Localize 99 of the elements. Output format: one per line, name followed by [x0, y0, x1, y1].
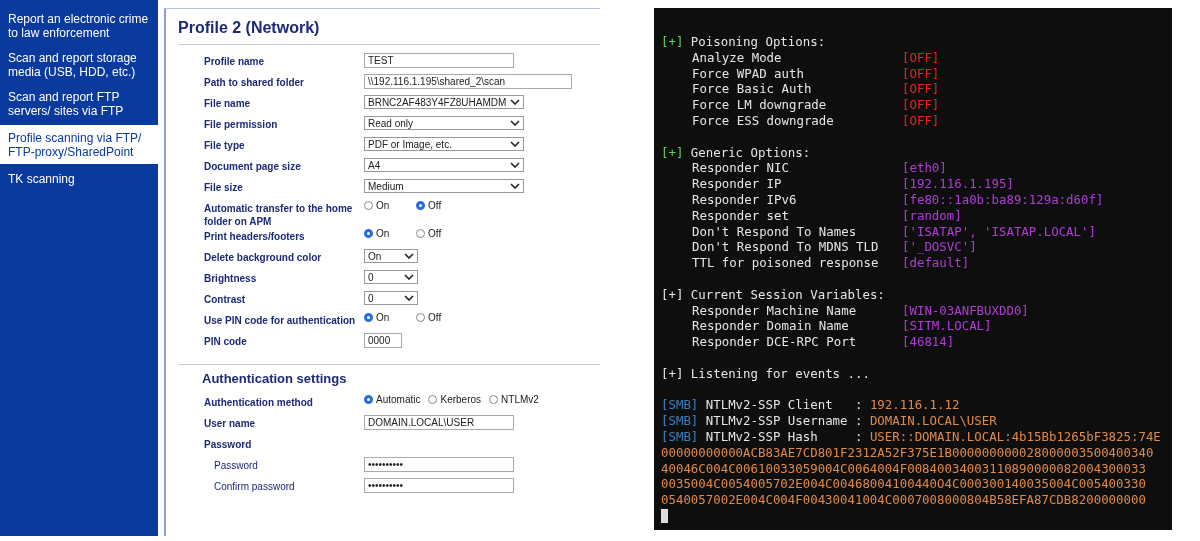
terminal-text: [fe80::1a0b:ba89:129a:d60f] — [902, 191, 1104, 208]
chevron-icon — [404, 295, 414, 301]
field-label: Password — [204, 438, 253, 451]
section-title: Authentication settings — [201, 371, 348, 386]
sidebar-item[interactable]: Scan and report FTP servers/ sites via FTP — [0, 84, 158, 123]
terminal-line: [+] Current Session Variables: — [661, 286, 886, 303]
chevron-icon — [404, 253, 414, 259]
dropdown[interactable]: PDF or Image, etc. — [364, 137, 524, 151]
sidebar-item[interactable]: Profile scanning via FTP/ FTP-proxy/SharedPoint — [0, 125, 158, 164]
terminal-line: [+] Poisoning Options: — [661, 34, 827, 50]
field-label: Print headers/footers — [204, 230, 306, 243]
field-label: File permission — [204, 118, 279, 131]
input-field[interactable]: DOMAIN.LOCAL\USER — [364, 415, 514, 430]
input-field[interactable]: 0000 — [364, 333, 402, 348]
chevron-icon — [404, 274, 414, 280]
terminal-text: [OFF] — [902, 49, 940, 66]
terminal-line: 0540057002E004C004F00430041004C0007008000804B58EFA87CDB8200000000 — [661, 492, 1147, 508]
field-label: File name — [204, 97, 252, 110]
terminal-text: [SITM.LOCAL] — [902, 318, 992, 335]
field-label: Delete background color — [204, 251, 323, 264]
field-label: Document page size — [204, 160, 302, 173]
terminal-text: Don't Respond To MDNS TLD — [692, 239, 880, 256]
dropdown[interactable]: A4 — [364, 158, 524, 172]
field-label: Path to shared folder — [204, 76, 305, 89]
terminal-line: [SMB] NTLMv2-SSP Username : DOMAIN.LOCAL\USER — [661, 413, 998, 429]
terminal-text: [46814] — [902, 334, 955, 350]
input-field[interactable]: •••••••••• — [364, 457, 514, 472]
chevron-icon — [510, 162, 520, 168]
radio-option[interactable]: On — [364, 312, 400, 323]
field-label: Password — [214, 459, 259, 472]
sidebar-item[interactable]: TK scanning — [0, 166, 158, 191]
chevron-icon — [510, 120, 520, 126]
terminal-text: Force LM downgrade — [692, 97, 828, 113]
terminal-text: [OFF] — [902, 81, 940, 98]
terminal-text: Responder NIC — [692, 160, 790, 177]
radio-option[interactable]: Off — [416, 200, 452, 211]
page-title: Profile 2 (Network) — [178, 9, 600, 45]
terminal-text: Responder IPv6 — [692, 191, 798, 208]
chevron-icon — [510, 99, 520, 105]
radio-option[interactable]: On — [364, 200, 400, 211]
radio-option[interactable]: NTLMv2 — [489, 394, 539, 405]
terminal-text: Responder Domain Name — [692, 318, 850, 335]
text-cursor — [661, 509, 668, 524]
dropdown[interactable]: 0 — [364, 291, 418, 305]
terminal-text: ['ISATAP', 'ISATAP.LOCAL'] — [902, 223, 1096, 240]
chevron-icon — [510, 183, 520, 189]
terminal-text: Responder Machine Name — [692, 302, 858, 319]
radio-option[interactable]: Kerberos — [428, 394, 482, 405]
terminal-line: 0035004C0054005702E004C00468004100440O4C000300140035004C005400330 — [661, 476, 1147, 493]
terminal-text: ['_DOSVC'] — [902, 239, 977, 256]
terminal-text: TTL for poisoned response — [692, 255, 880, 271]
field-label: File type — [204, 139, 246, 152]
terminal-text: [OFF] — [902, 113, 940, 129]
terminal-text: [OFF] — [902, 97, 940, 113]
terminal-text: Responder set — [692, 207, 790, 224]
terminal-line: 00000000000ACB83AE7CD801F2312A52F375E1B000000000028000003500400340 — [661, 444, 1155, 461]
terminal-text: [WIN-03ANFBUXDD0] — [902, 302, 1029, 319]
field-label: Authentication method — [204, 396, 314, 409]
terminal-text: Force ESS downgrade — [692, 113, 835, 129]
field-label: User name — [204, 417, 257, 430]
terminal-line: [SMB] NTLMv2-SSP Client : 192.116.1.12 — [661, 397, 961, 414]
field-label: Confirm password — [214, 480, 296, 493]
sidebar-item[interactable]: Report an electronic crime to law enforcement — [0, 6, 158, 45]
terminal-text: Don't Respond To Names — [692, 223, 858, 240]
dropdown[interactable]: 0 — [364, 270, 418, 284]
radio-option[interactable]: Off — [416, 228, 452, 239]
terminal-text: Force WPAD auth — [692, 65, 805, 82]
field-label: Brightness — [204, 272, 258, 285]
terminal-text: [default] — [902, 255, 970, 271]
input-field[interactable]: •••••••••• — [364, 478, 514, 493]
dropdown[interactable]: BRNC2AF483Y4FZ8UHAMDM — [364, 95, 524, 109]
terminal-text: Analyze Mode — [692, 49, 783, 66]
dropdown[interactable]: Read only — [364, 116, 524, 130]
field-label: File size — [204, 181, 244, 194]
terminal-text: Responder DCE-RPC Port — [692, 334, 858, 350]
input-field[interactable]: \\192.116.1.195\shared_2\scan — [364, 74, 572, 89]
terminal-line: 40046C004C00610033059004C0064004F00840034003110890000082004300033 — [661, 460, 1147, 477]
terminal-line: [SMB] NTLMv2-SSP Hash : USER::DOMAIN.LOCAL:4b15Bb1265bF3825:74E — [661, 428, 1162, 445]
radio-option[interactable]: Off — [416, 312, 452, 323]
terminal-text: Force Basic Auth — [692, 81, 813, 98]
terminal-line: [+] Listening for events ... — [661, 365, 871, 382]
field-label: Contrast — [204, 293, 247, 306]
sidebar-item[interactable]: Scan and report storage media (USB, HDD, etc.) — [0, 45, 158, 84]
dropdown[interactable]: On — [364, 249, 418, 263]
field-label: Profile name — [204, 55, 266, 68]
terminal-text: [random] — [902, 207, 962, 224]
terminal-text: [192.116.1.195] — [902, 176, 1014, 192]
chevron-icon — [510, 141, 520, 147]
terminal-text: Responder IP — [692, 176, 783, 192]
terminal-text: [OFF] — [902, 65, 940, 82]
field-label: Automatic transfer to the home folder on APM — [204, 202, 354, 228]
terminal-text: [eth0] — [902, 160, 947, 177]
field-label: PIN code — [204, 335, 248, 348]
field-label: Use PIN code for authentication — [204, 314, 357, 327]
input-field[interactable]: TEST — [364, 53, 514, 68]
terminal-line: [+] Generic Options: — [661, 144, 812, 161]
radio-option[interactable]: On — [364, 228, 400, 239]
dropdown[interactable]: Medium — [364, 179, 524, 193]
radio-option[interactable]: Automatic — [364, 394, 421, 405]
